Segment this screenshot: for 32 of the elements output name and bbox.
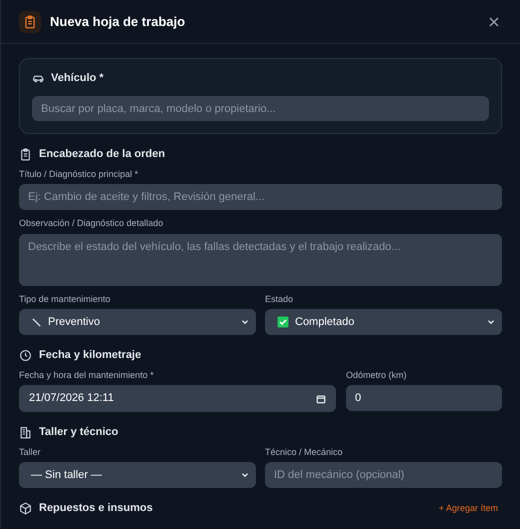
dialog-title: Nueva hoja de trabajo: [50, 12, 186, 31]
field-label: Estado: [265, 292, 294, 306]
field-label: Técnico / Mecánico: [265, 446, 344, 458]
field-label: Odómetro (km): [346, 368, 408, 382]
checkbox-icon: [277, 316, 289, 328]
section-title: Fecha y kilometraje: [39, 348, 142, 363]
package-icon: [19, 502, 32, 515]
close-icon: [489, 16, 499, 26]
input-field[interactable]: 0: [346, 385, 502, 411]
building-icon: [19, 426, 32, 439]
vehicle-search-field[interactable]: Buscar por placa, marca, modelo o propietario...: [32, 96, 489, 121]
input-field[interactable]: Ej: Cambio de aceite y filtros, Revisión general...: [19, 184, 502, 210]
field-label: Observación / Diagnóstico detallado: [19, 217, 164, 230]
field-label: Tipo de mantenimiento: [19, 292, 112, 306]
field-label: Título / Diagnóstico principal *: [19, 168, 140, 181]
calendar-icon[interactable]: [316, 394, 326, 404]
section-title: Taller y técnico: [39, 425, 118, 440]
select-field[interactable]: Preventivo: [19, 309, 256, 335]
field-label: Taller: [19, 446, 42, 458]
add-item-button[interactable]: + Agregar ítem: [438, 502, 498, 515]
clipboard-icon: [23, 14, 37, 28]
clock-icon: [19, 348, 32, 362]
clipboard-icon: [19, 148, 32, 161]
select-field[interactable]: Completado: [265, 309, 502, 335]
textarea-field[interactable]: Describe el estado del vehículo, las fallas detectadas y el trabajo realizado...: [19, 234, 502, 286]
select-field[interactable]: — Sin taller —: [19, 462, 256, 488]
field-label: Fecha y hora del mantenimiento *: [19, 368, 155, 382]
section-title: Repuestos e insumos: [39, 501, 153, 516]
section-title: Encabezado de la orden: [39, 147, 165, 162]
input-field[interactable]: ID del mecánico (opcional): [265, 462, 502, 488]
datetime-field[interactable]: 21/07/2026 12:11: [19, 385, 336, 412]
field-label: Vehículo *: [51, 71, 104, 86]
